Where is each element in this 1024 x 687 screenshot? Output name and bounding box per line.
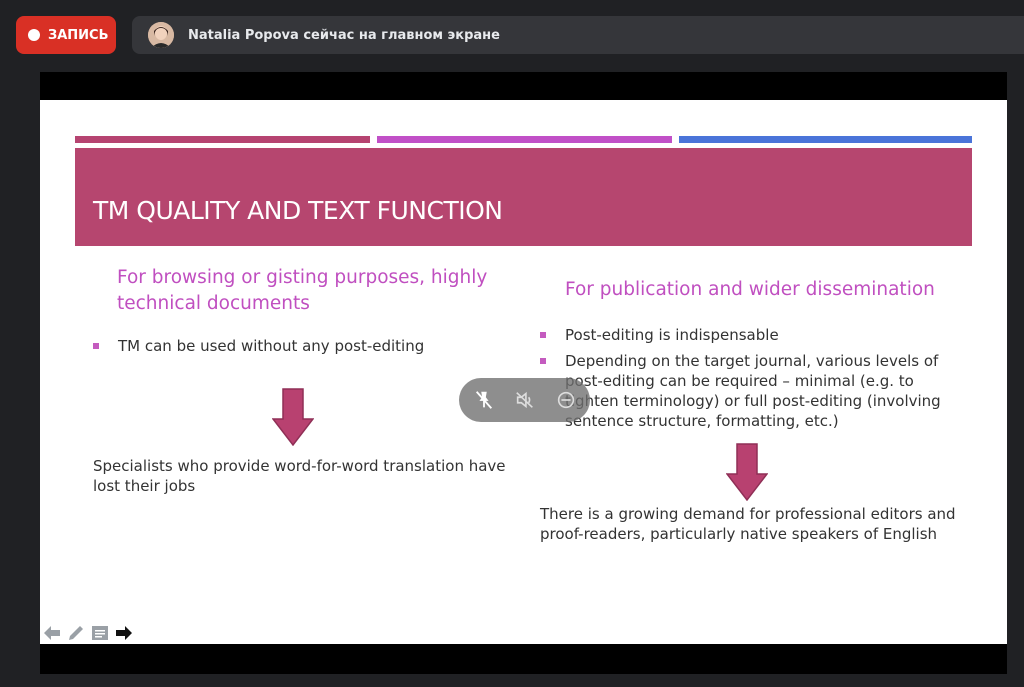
accent-stripe-violet — [377, 136, 672, 143]
left-heading: For browsing or gisting purposes, highly… — [117, 267, 488, 314]
list-item: TM can be used without any post-editing — [93, 336, 513, 356]
bullet-square-icon — [93, 343, 99, 349]
left-bullet-list: TM can be used without any post-editing — [93, 336, 513, 356]
arrow-right-icon[interactable] — [114, 623, 134, 643]
bullet-square-icon — [540, 332, 546, 338]
bullet-text: Depending on the target journal, various… — [565, 352, 941, 430]
presenter-banner: Natalia Popova сейчас на главном экране — [132, 16, 1024, 54]
slide-title: TM QUALITY AND TEXT FUNCTION — [93, 196, 503, 225]
slide-menu-icon[interactable] — [90, 623, 110, 643]
bullet-text: Post-editing is indispensable — [565, 326, 779, 344]
right-bullet-list: Post-editing is indispensable Depending … — [540, 325, 960, 431]
list-item: Post-editing is indispensable — [540, 325, 960, 345]
presenter-status-text: Natalia Popova сейчас на главном экране — [188, 27, 500, 43]
slide-show-toolbar — [42, 623, 134, 643]
presentation-slide: TM QUALITY AND TEXT FUNCTION For browsin… — [40, 100, 1007, 644]
arrow-left-icon[interactable] — [42, 623, 62, 643]
shared-screen: TM QUALITY AND TEXT FUNCTION For browsin… — [40, 72, 1007, 674]
down-arrow-icon — [726, 443, 768, 501]
accent-stripe-blue — [679, 136, 972, 143]
remove-icon[interactable] — [552, 386, 580, 414]
left-conclusion: Specialists who provide word-for-word tr… — [93, 457, 506, 495]
avatar — [148, 22, 174, 48]
bullet-text: TM can be used without any post-editing — [118, 337, 425, 355]
right-heading: For publication and wider dissemination — [565, 279, 935, 300]
record-label: ЗАПИСЬ — [48, 27, 109, 43]
mute-icon[interactable] — [511, 386, 539, 414]
avatar-portrait-icon — [148, 22, 174, 48]
title-band: TM QUALITY AND TEXT FUNCTION — [75, 148, 972, 246]
unpin-icon[interactable] — [470, 386, 498, 414]
list-item: Depending on the target journal, various… — [540, 351, 960, 431]
right-conclusion: There is a growing demand for profession… — [540, 505, 956, 543]
bullet-square-icon — [540, 358, 546, 364]
record-button[interactable]: ЗАПИСЬ — [16, 16, 116, 54]
down-arrow-icon — [272, 388, 314, 446]
accent-stripe-magenta — [75, 136, 370, 143]
pen-icon[interactable] — [66, 623, 86, 643]
record-icon — [28, 29, 40, 41]
tile-media-controls — [459, 378, 590, 422]
